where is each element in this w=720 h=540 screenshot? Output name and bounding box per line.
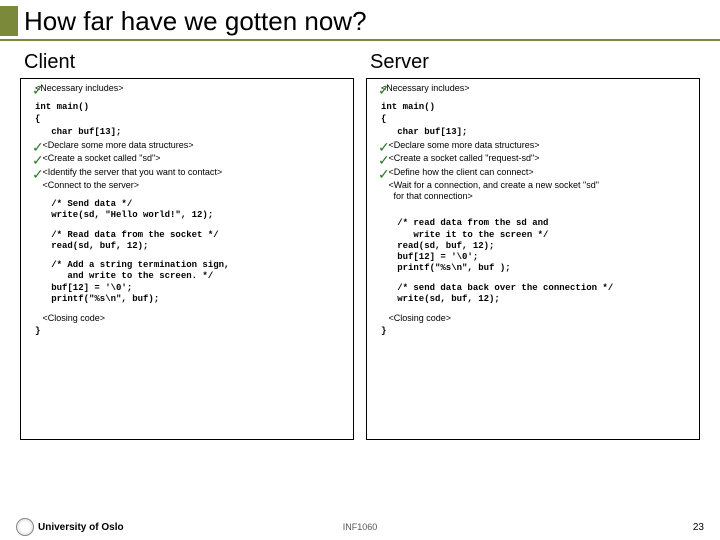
server-define: <Define how the client can connect> [381,167,695,178]
server-column: Server ✓<Necessary includes> int main() … [366,49,700,440]
client-heading: Client [24,51,354,74]
client-codebox: ✓<Necessary includes> int main() { char … [20,78,354,440]
page-title: How far have we gotten now? [24,4,367,37]
columns: Client ✓<Necessary includes> int main() … [0,49,720,440]
check-icon: ✓ [32,167,44,181]
client-declare: <Declare some more data structures> [35,140,349,151]
title-underline [0,39,720,41]
client-term: /* Add a string termination sign, and wr… [35,260,349,305]
client-buf: char buf[13]; [35,127,349,138]
server-codebox: ✓<Necessary includes> int main() { char … [366,78,700,440]
client-necessary: <Necessary includes> [35,83,124,93]
check-icon: ✓ [32,83,44,97]
title-bar: How far have we gotten now? [0,0,720,37]
title-accent [0,6,18,36]
client-closing: <Closing code> [35,313,349,324]
university-label: University of Oslo [38,522,124,533]
server-heading: Server [370,51,700,74]
client-read: /* Read data from the socket */ read(sd,… [35,230,349,253]
footer-left: University of Oslo [16,518,124,536]
check-icon: ✓ [378,83,390,97]
client-column: Client ✓<Necessary includes> int main() … [20,49,354,440]
server-necessary: <Necessary includes> [381,83,470,93]
check-icon: ✓ [378,167,390,181]
server-closing: <Closing code> [381,313,695,324]
server-declare: <Declare some more data structures> [381,140,695,151]
footer-center: INF1060 [343,522,378,532]
page-number: 23 [693,522,704,533]
server-send: /* send data back over the connection */… [381,283,695,306]
server-brace: } [381,326,695,337]
server-socket: <Create a socket called "request-sd"> [381,153,695,164]
client-send: /* Send data */ write(sd, "Hello world!"… [35,199,349,222]
client-main-open: int main() { [35,102,349,125]
client-identify: <Identify the server that you want to co… [35,167,349,178]
client-brace: } [35,326,349,337]
client-socket: <Create a socket called "sd"> [35,153,349,164]
footer: University of Oslo INF1060 23 [0,518,720,536]
server-wait: <Wait for a connection, and create a new… [381,180,695,203]
server-read: /* read data from the sd and write it to… [381,218,695,274]
client-connect: <Connect to the server> [35,180,349,191]
seal-icon [16,518,34,536]
server-main-open: int main() { [381,102,695,125]
server-buf: char buf[13]; [381,127,695,138]
